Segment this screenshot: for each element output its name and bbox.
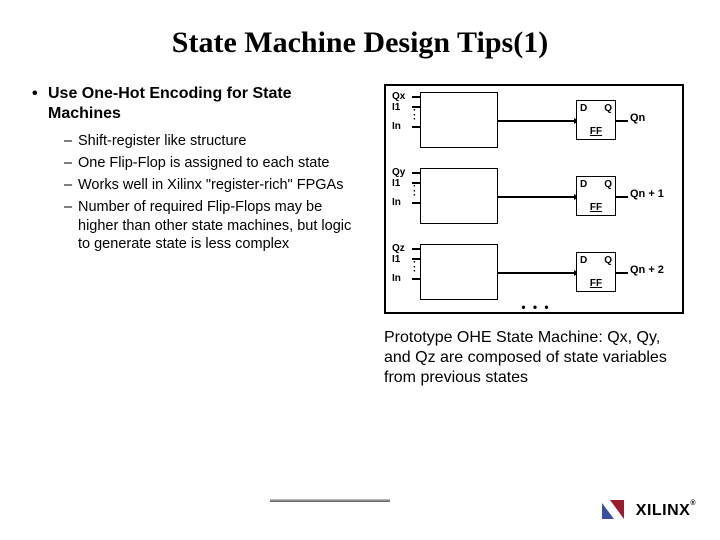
label-in: In	[392, 122, 405, 133]
circuit-diagram: Qx I1 In ··· D Q FF	[384, 84, 684, 314]
flipflop: D Q FF	[576, 100, 616, 140]
input-labels: Qy I1 In	[392, 168, 405, 209]
vdots-icon: ···	[413, 185, 415, 199]
brand-name: XILINX®	[636, 502, 696, 520]
input-labels: Qz I1 In	[392, 244, 405, 285]
label-i1: I1	[392, 179, 405, 190]
bullet-main: Use One-Hot Encoding for State Machines	[30, 84, 360, 124]
wire	[498, 120, 576, 122]
label-i1: I1	[392, 255, 405, 266]
wire	[616, 120, 628, 122]
wire	[498, 272, 576, 274]
figure-column: Qx I1 In ··· D Q FF	[384, 84, 690, 388]
brand-logo: XILINX®	[602, 500, 696, 522]
lut-block	[420, 168, 498, 224]
label-qx: Qx	[392, 92, 405, 103]
wire	[412, 202, 420, 204]
slide-footer: XILINX®	[0, 488, 720, 528]
wire	[412, 278, 420, 280]
flipflop: D Q FF	[576, 252, 616, 292]
sub-bullet: Works well in Xilinx "register-rich" FPG…	[64, 176, 360, 194]
ff-label: FF	[577, 278, 615, 289]
stage-n1: Qy I1 In ··· D Q FF	[386, 162, 686, 238]
lut-block	[420, 244, 498, 300]
ff-label: FF	[577, 126, 615, 137]
label-qy: Qy	[392, 168, 405, 179]
wire	[616, 196, 628, 198]
ff-q-label: Q	[604, 255, 612, 266]
ff-q-label: Q	[604, 103, 612, 114]
label-i1: I1	[392, 103, 405, 114]
slide-title: State Machine Design Tips(1)	[30, 26, 690, 60]
label-in: In	[392, 274, 405, 285]
hdots-icon: • • •	[516, 300, 556, 314]
sub-bullet: One Flip-Flop is assigned to each state	[64, 154, 360, 172]
label-in: In	[392, 198, 405, 209]
wire	[616, 272, 628, 274]
figure-caption: Prototype OHE State Machine: Qx, Qy, and…	[384, 328, 684, 388]
ff-label: FF	[577, 202, 615, 213]
vdots-icon: ···	[413, 109, 415, 123]
label-qz: Qz	[392, 244, 405, 255]
sub-bullet: Number of required Flip-Flops may be hig…	[64, 198, 360, 252]
output-label: Qn + 1	[630, 188, 664, 200]
ff-d-label: D	[580, 179, 587, 190]
input-labels: Qx I1 In	[392, 92, 405, 133]
vdots-icon: ···	[413, 261, 415, 275]
sub-bullet: Shift-register like structure	[64, 132, 360, 150]
sub-bullet-list: Shift-register like structure One Flip-F…	[30, 132, 360, 253]
lut-block	[420, 92, 498, 148]
slide: State Machine Design Tips(1) Use One-Hot…	[0, 0, 720, 540]
output-label: Qn + 2	[630, 264, 664, 276]
brand-text: XILINX	[636, 502, 691, 519]
slide-body: Use One-Hot Encoding for State Machines …	[30, 84, 690, 388]
text-column: Use One-Hot Encoding for State Machines …	[30, 84, 360, 388]
xilinx-mark-icon	[602, 500, 630, 522]
flipflop: D Q FF	[576, 176, 616, 216]
trademark-icon: ®	[690, 500, 696, 507]
ff-q-label: Q	[604, 179, 612, 190]
wire	[498, 196, 576, 198]
wire	[412, 126, 420, 128]
ff-d-label: D	[580, 103, 587, 114]
output-label: Qn	[630, 112, 645, 124]
stage-n: Qx I1 In ··· D Q FF	[386, 86, 686, 162]
footer-divider	[270, 498, 390, 504]
ff-d-label: D	[580, 255, 587, 266]
